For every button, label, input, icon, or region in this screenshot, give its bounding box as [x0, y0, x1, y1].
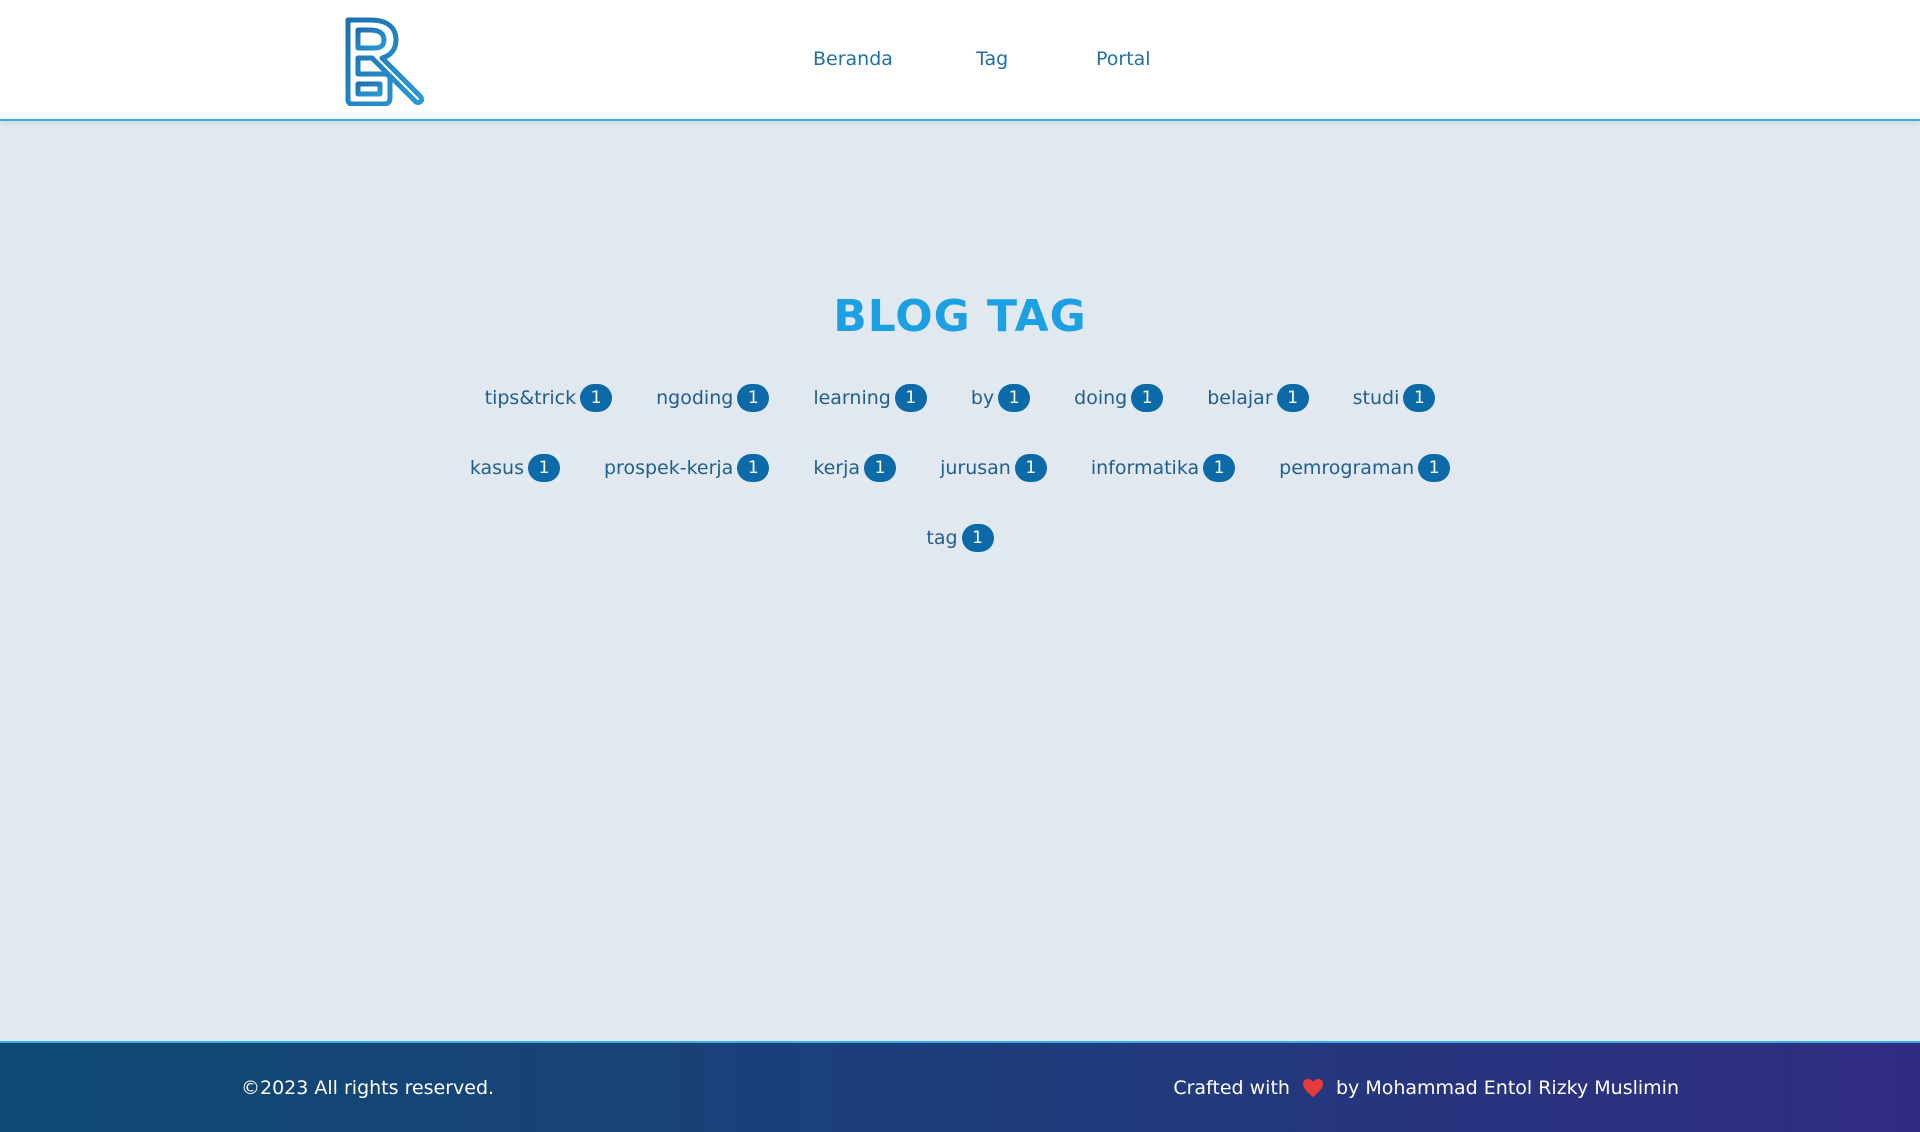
- tag-label: by: [970, 387, 995, 409]
- tag-count-badge: 1: [864, 454, 897, 482]
- tag-label: learning: [813, 387, 891, 409]
- tag-item-tips-trick[interactable]: tips&trick 1: [485, 383, 613, 413]
- page-title: BLOG TAG: [833, 291, 1087, 342]
- tag-row-1: tips&trick 1 ngoding 1 learning 1 by 1 doing…: [0, 383, 1920, 413]
- tag-label: ngoding: [656, 387, 734, 409]
- crafted-suffix: by Mohammad Entol Rizky Muslimin: [1335, 1077, 1679, 1099]
- nav-link-beranda[interactable]: Beranda: [813, 48, 893, 70]
- tag-count-badge: 1: [998, 384, 1031, 412]
- tag-item-learning[interactable]: learning 1: [813, 383, 927, 413]
- tag-label: kerja: [813, 457, 861, 479]
- tag-item-prospek-kerja[interactable]: prospek-kerja 1: [603, 453, 770, 483]
- tag-count-badge: 1: [1203, 454, 1236, 482]
- tag-count-badge: 1: [894, 384, 927, 412]
- credit-text: Crafted with by Mohammad Entol Rizky Mus…: [1173, 1077, 1679, 1099]
- site-header: Beranda Tag Portal: [0, 0, 1920, 121]
- main-nav: Beranda Tag Portal: [0, 48, 1920, 74]
- tag-count-badge: 1: [737, 454, 770, 482]
- tag-item-doing[interactable]: doing 1: [1074, 383, 1164, 413]
- tag-count-badge: 1: [961, 524, 994, 552]
- tag-item-jurusan[interactable]: jurusan 1: [940, 453, 1047, 483]
- tag-row-3: tag 1: [0, 523, 1920, 553]
- tag-count-badge: 1: [1403, 384, 1436, 412]
- tag-item-ngoding[interactable]: ngoding 1: [656, 383, 770, 413]
- tag-label: doing: [1074, 387, 1128, 409]
- tag-label: pemrograman: [1279, 457, 1415, 479]
- nav-link-portal[interactable]: Portal: [1096, 48, 1151, 70]
- nav-link-tag[interactable]: Tag: [976, 48, 1008, 70]
- tag-item-pemrograman[interactable]: pemrograman 1: [1279, 453, 1451, 483]
- tag-label: tag: [926, 527, 958, 549]
- tag-item-by[interactable]: by 1: [970, 383, 1031, 413]
- main-content: BLOG TAG tips&trick 1 ngoding 1 learning 1 …: [0, 121, 1920, 1041]
- tag-label: kasus: [469, 457, 524, 479]
- tag-label: belajar: [1207, 387, 1273, 409]
- heart-icon: [1302, 1078, 1323, 1098]
- tag-label: studi: [1352, 387, 1400, 409]
- tag-row-2: kasus 1 prospek-kerja 1 kerja 1 jurusan 1 in…: [0, 453, 1920, 483]
- tag-label: informatika: [1090, 457, 1200, 479]
- tag-count-badge: 1: [1014, 454, 1047, 482]
- tag-count-badge: 1: [1131, 384, 1164, 412]
- tag-count-badge: 1: [1418, 454, 1451, 482]
- site-footer: ©2023 All rights reserved. Crafted with …: [0, 1041, 1920, 1132]
- tag-item-tag[interactable]: tag 1: [926, 523, 994, 553]
- crafted-prefix: Crafted with: [1173, 1077, 1290, 1099]
- tag-count-badge: 1: [580, 384, 613, 412]
- copyright-text: ©2023 All rights reserved.: [241, 1077, 495, 1099]
- tag-item-informatika[interactable]: informatika 1: [1090, 453, 1236, 483]
- tag-label: prospek-kerja: [603, 457, 734, 479]
- tag-item-belajar[interactable]: belajar 1: [1207, 383, 1309, 413]
- tag-count-badge: 1: [737, 384, 770, 412]
- tag-count-badge: 1: [1276, 384, 1309, 412]
- tag-item-kerja[interactable]: kerja 1: [813, 453, 897, 483]
- tag-count-badge: 1: [527, 454, 560, 482]
- tag-item-studi[interactable]: studi 1: [1353, 383, 1436, 413]
- tag-label: jurusan: [940, 457, 1011, 479]
- tag-item-kasus[interactable]: kasus 1: [470, 453, 560, 483]
- tag-label: tips&trick: [484, 387, 577, 409]
